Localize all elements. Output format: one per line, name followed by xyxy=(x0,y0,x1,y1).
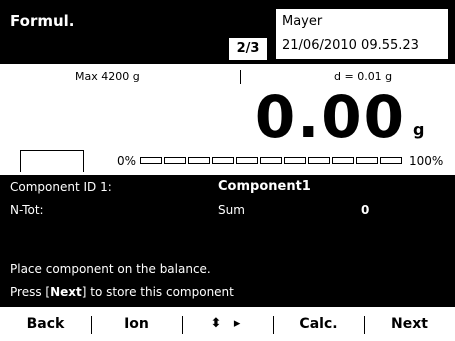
load-bar xyxy=(140,157,406,164)
load-bar-segment xyxy=(188,157,210,164)
readability-label: d = 0.01 g xyxy=(334,70,393,83)
load-bar-segment xyxy=(380,157,402,164)
user-info-box: Mayer 21/06/2010 09.55.23 xyxy=(275,8,449,60)
component-id-value: Component1 xyxy=(218,179,311,194)
instruction-line-2: Press [Next] to store this component xyxy=(10,285,234,299)
component-panel: Component ID 1: Component1 N-Tot: Sum 0 … xyxy=(0,175,455,307)
instruction-suffix: ] to store this component xyxy=(81,285,234,299)
load-bar-segment xyxy=(284,157,306,164)
load-bar-segment xyxy=(140,157,162,164)
load-bar-segment xyxy=(260,157,282,164)
balance-screen: Formul. 2/3 Mayer 21/06/2010 09.55.23 Ma… xyxy=(0,0,455,341)
load-bar-segment xyxy=(236,157,258,164)
page-indicator: 2/3 xyxy=(229,38,267,60)
load-bar-max-label: 100% xyxy=(409,154,444,168)
next-button[interactable]: Next xyxy=(364,307,455,341)
calc-button[interactable]: Calc. xyxy=(273,307,364,341)
navigation-arrows-button[interactable]: ⬍ ▸ xyxy=(182,307,273,341)
limits-divider xyxy=(240,70,241,84)
component-id-label: Component ID 1: xyxy=(10,180,112,194)
header-bar: Formul. 2/3 Mayer 21/06/2010 09.55.23 xyxy=(0,0,455,64)
load-bar-segment xyxy=(164,157,186,164)
load-bar-segment xyxy=(212,157,234,164)
stability-indicator xyxy=(20,150,84,172)
ntot-label: N-Tot: xyxy=(10,203,44,217)
load-bar-segment xyxy=(332,157,354,164)
weight-display: 0.00 xyxy=(254,83,406,151)
sum-value: 0 xyxy=(361,203,370,217)
softkey-bar: Back Ion ⬍ ▸ Calc. Next xyxy=(0,307,455,341)
weight-unit: g xyxy=(413,120,425,139)
load-bar-segment xyxy=(308,157,330,164)
ion-button[interactable]: Ion xyxy=(91,307,182,341)
max-capacity-label: Max 4200 g xyxy=(75,70,140,83)
instruction-line-1: Place component on the balance. xyxy=(10,262,211,276)
instruction-prefix: Press [ xyxy=(10,285,51,299)
load-bar-segment xyxy=(356,157,378,164)
load-bar-min-label: 0% xyxy=(117,154,137,168)
sum-label: Sum xyxy=(218,203,245,217)
instruction-key: Next xyxy=(50,285,82,299)
back-button[interactable]: Back xyxy=(0,307,91,341)
user-name: Mayer xyxy=(282,14,323,29)
app-title: Formul. xyxy=(10,12,75,30)
timestamp: 21/06/2010 09.55.23 xyxy=(282,38,419,53)
